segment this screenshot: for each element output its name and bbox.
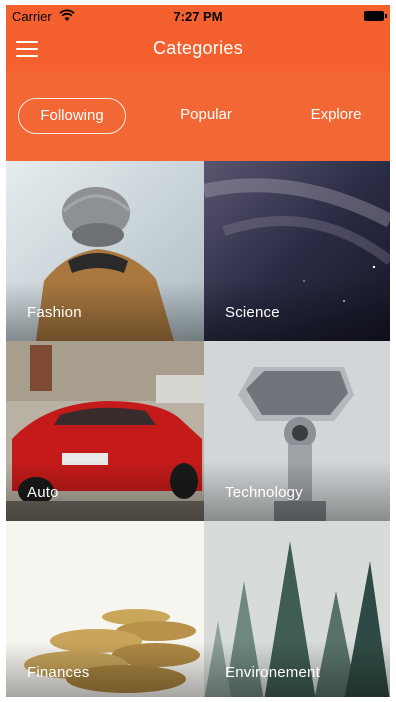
category-tabs: Following Popular Explore	[6, 71, 390, 161]
category-label: Finances	[27, 664, 90, 681]
category-label: Science	[225, 304, 280, 321]
category-tile-fashion[interactable]: Fashion	[6, 161, 204, 341]
category-label: Environement	[225, 664, 320, 681]
category-label: Auto	[27, 484, 59, 501]
category-tile-environement[interactable]: Environement	[204, 521, 390, 697]
category-grid: Fashion Science Auto Technology Finances…	[6, 161, 390, 697]
tab-explore[interactable]: Explore	[291, 98, 381, 134]
category-label: Fashion	[27, 304, 82, 321]
battery-icon	[364, 11, 387, 21]
tab-popular[interactable]: Popular	[156, 98, 256, 134]
clock: 7:27 PM	[173, 9, 223, 24]
category-tile-technology[interactable]: Technology	[204, 341, 390, 521]
category-label: Technology	[225, 484, 303, 501]
tab-following[interactable]: Following	[18, 98, 126, 134]
category-tile-science[interactable]: Science	[204, 161, 390, 341]
status-bar: Carrier 7:27 PM	[6, 5, 390, 27]
navigation-bar: Categories	[6, 27, 390, 71]
page-title: Categories	[152, 38, 244, 58]
category-tile-auto[interactable]: Auto	[6, 341, 204, 521]
category-tile-finances[interactable]: Finances	[6, 521, 204, 697]
app-screen: Carrier 7:27 PM Categories Following Pop…	[6, 5, 390, 697]
